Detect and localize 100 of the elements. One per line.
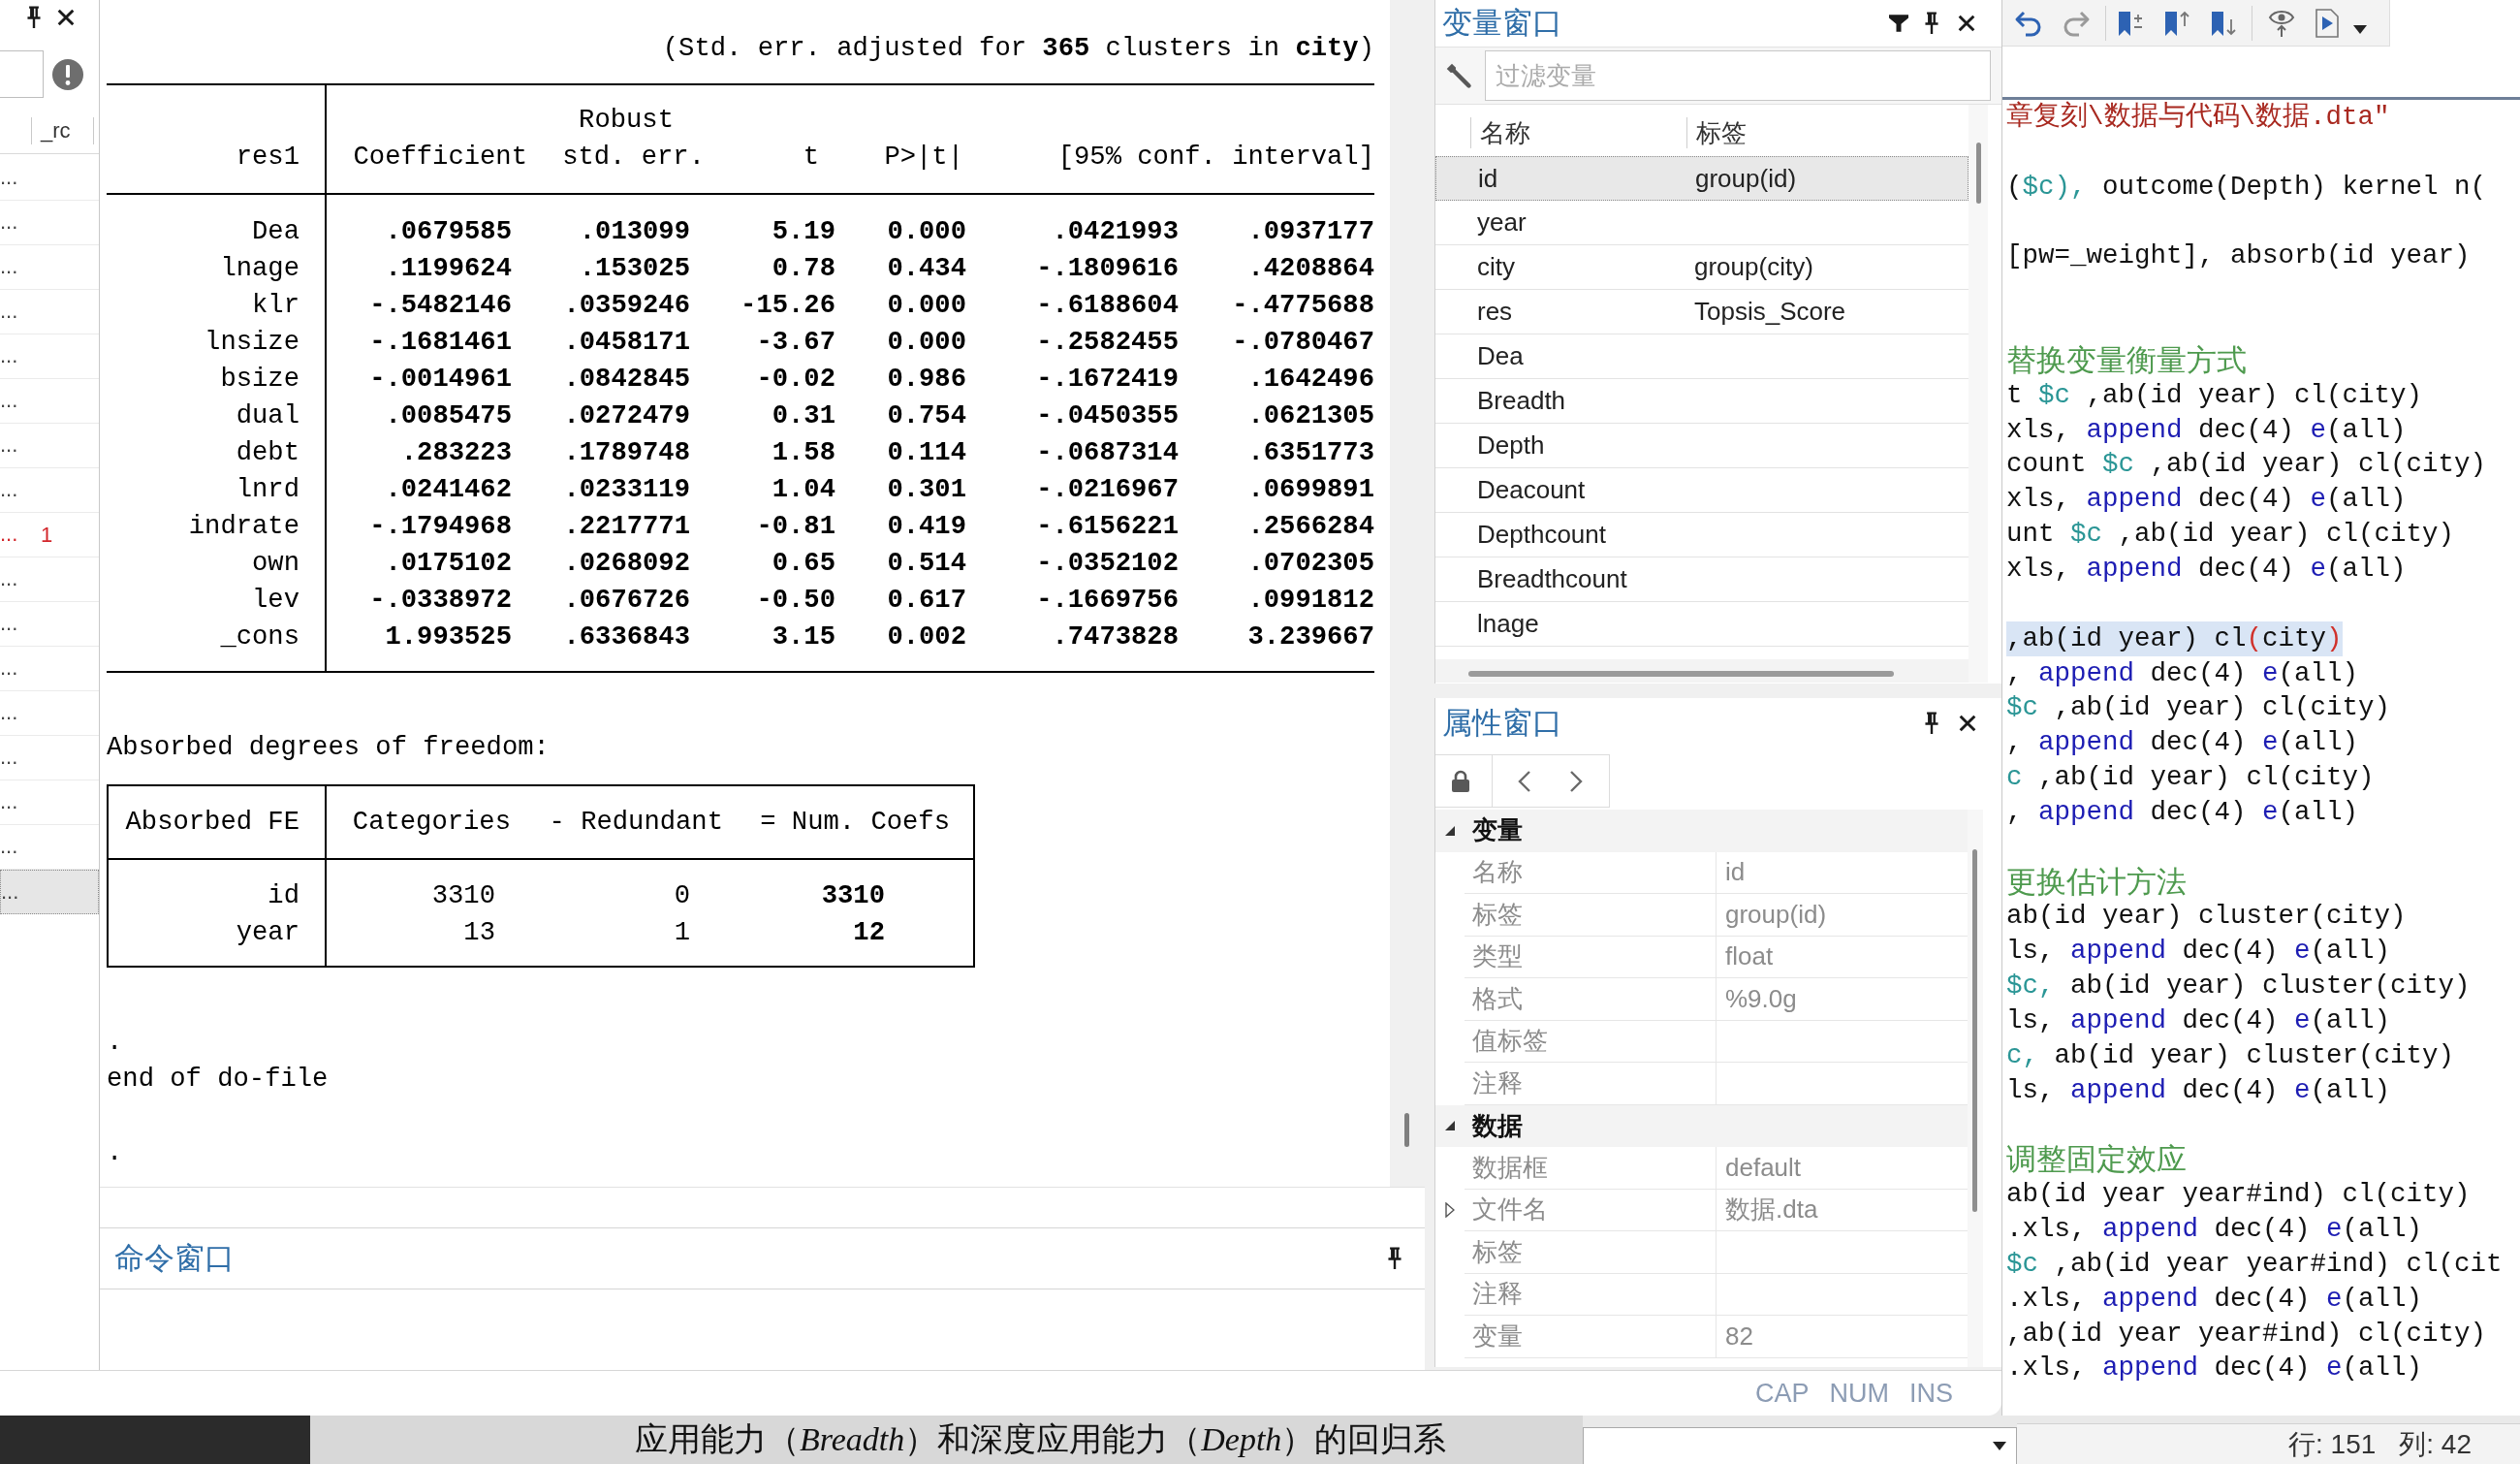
table-cell: .2566284 [1247, 511, 1374, 541]
table-cell: 0.754 [887, 400, 966, 430]
scrollbar[interactable] [1969, 105, 1988, 683]
variable-row[interactable]: Breadthcount [1435, 557, 1969, 602]
table-cell: .0458171 [563, 327, 690, 357]
history-item[interactable]: ... [0, 156, 99, 201]
column-header[interactable]: _rc [32, 117, 94, 144]
history-item[interactable]: ... [0, 870, 99, 914]
expanded-triangle-icon[interactable] [1445, 825, 1455, 836]
variable-row[interactable]: Deacount [1435, 468, 1969, 513]
history-item[interactable]: ... [0, 780, 99, 825]
caret-icon[interactable] [1993, 1442, 2006, 1450]
table-cell: .0233119 [563, 474, 690, 504]
history-item[interactable]: ... [0, 290, 99, 334]
history-item[interactable]: ... [0, 691, 99, 736]
history-item[interactable]: ... [0, 736, 99, 780]
chevron-left-icon[interactable] [1518, 769, 1531, 793]
eye-up-arrow-icon[interactable] [2268, 8, 2295, 38]
filter-field[interactable] [0, 50, 44, 98]
table-cell: 0.31 [772, 400, 835, 430]
variable-row[interactable]: Depthcount [1435, 513, 1969, 557]
bookmark-plus-minus-icon[interactable] [2118, 9, 2143, 37]
group-header[interactable]: 变量 [1435, 810, 1968, 852]
variable-row[interactable]: year [1435, 201, 1969, 245]
play-document-icon[interactable] [2315, 8, 2340, 38]
pin-icon[interactable] [1923, 712, 1940, 735]
expanded-triangle-icon[interactable] [1445, 1121, 1455, 1131]
filter-icon[interactable] [1889, 14, 1908, 33]
history-item[interactable]: ... [0, 602, 99, 647]
code-line: ab(id year) cluster(city) [2006, 900, 2407, 934]
history-item[interactable]: ... [0, 557, 99, 602]
history-item[interactable]: ... [0, 334, 99, 379]
variable-row[interactable]: Dea [1435, 334, 1969, 379]
status-indicator: INS [1909, 1377, 1953, 1410]
scroll-thumb[interactable] [1404, 1113, 1409, 1147]
code-line: count $c ,ab(id year) cl(city) [2006, 448, 2487, 482]
close-icon[interactable] [57, 9, 75, 26]
table-cell: 0.65 [772, 548, 835, 578]
table-cell: .0175102 [385, 548, 512, 578]
history-item[interactable]: ... 1 [0, 513, 99, 557]
scrollbar[interactable] [1435, 659, 1969, 683]
group-header[interactable]: 数据 [1435, 1104, 1968, 1147]
variable-name: year [1477, 207, 1527, 237]
filter-field[interactable]: 过滤变量 [1485, 50, 1991, 101]
bookmark-down-arrow-icon[interactable] [2211, 9, 2236, 37]
variable-row[interactable]: Breadth [1435, 379, 1969, 424]
chevron-right-icon[interactable] [1569, 769, 1583, 793]
dropdown-field[interactable] [1583, 1427, 2017, 1464]
history-item[interactable]: ... [0, 468, 99, 513]
variable-name: res [1477, 297, 1513, 326]
variable-row[interactable]: Depth [1435, 424, 1969, 468]
column-header: Robust [579, 105, 674, 135]
table-cell: .2217771 [563, 511, 690, 541]
column-header[interactable]: 名称 [1471, 116, 1687, 148]
history-item[interactable]: ... [0, 201, 99, 245]
bookmark-up-arrow-icon[interactable] [2164, 9, 2189, 37]
command-text: ... [0, 745, 18, 769]
table-cell: -.1809616 [1036, 253, 1179, 283]
status-indicator: CAP [1754, 1377, 1810, 1410]
scroll-thumb[interactable] [1468, 671, 1894, 677]
redo-icon[interactable] [2062, 9, 2091, 37]
table-cell: .0702305 [1247, 548, 1374, 578]
scroll-thumb[interactable] [1972, 849, 1977, 1212]
history-item[interactable]: ... [0, 647, 99, 691]
history-item[interactable]: ... [0, 424, 99, 468]
column-header: Categories [352, 805, 511, 839]
scrollbar[interactable] [1968, 810, 1983, 1367]
caret-icon[interactable] [2353, 25, 2367, 34]
table-cell: 0.617 [887, 585, 966, 615]
exclamation-icon[interactable] [52, 58, 83, 90]
pin-icon[interactable] [1386, 1247, 1403, 1270]
close-icon[interactable] [1958, 15, 1975, 32]
row-label: dual [236, 399, 299, 432]
status-indicator: NUM [1829, 1377, 1889, 1410]
variable-row[interactable]: lnage [1435, 602, 1969, 647]
history-item[interactable]: ... [0, 379, 99, 424]
variable-row[interactable]: city group(city) [1435, 245, 1969, 290]
column-header: Coefficient [353, 142, 527, 172]
variable-row[interactable]: res Topsis_Score [1435, 290, 1969, 334]
collapsed-triangle-icon[interactable] [1445, 1202, 1455, 1219]
code-line: xls, append dec(4) e(all) [2006, 413, 2407, 447]
variable-row[interactable]: id group(id) [1435, 156, 1969, 201]
wrench-icon[interactable] [1445, 62, 1472, 89]
column-header[interactable]: 标签 [1687, 116, 1747, 148]
table-cell: -.0216967 [1036, 474, 1179, 504]
column-header: Absorbed FE [125, 805, 299, 839]
variable-name: lnage [1477, 609, 1539, 638]
undo-icon[interactable] [2014, 9, 2043, 37]
lock-icon[interactable] [1451, 769, 1470, 793]
property-name: 类型 [1472, 940, 1523, 973]
history-item[interactable]: ... [0, 245, 99, 290]
pin-icon[interactable] [1923, 12, 1940, 35]
close-icon[interactable] [1959, 715, 1976, 732]
property-value: %9.0g [1725, 983, 1797, 1013]
pin-icon[interactable] [25, 6, 43, 29]
scrollbar[interactable] [1390, 0, 1425, 1187]
code-line: $c, ab(id year) cluster(city) [2006, 970, 2471, 1003]
table-cell: .0699891 [1247, 474, 1374, 504]
scroll-thumb[interactable] [1976, 143, 1981, 204]
property-name: 数据框 [1472, 1151, 1548, 1184]
